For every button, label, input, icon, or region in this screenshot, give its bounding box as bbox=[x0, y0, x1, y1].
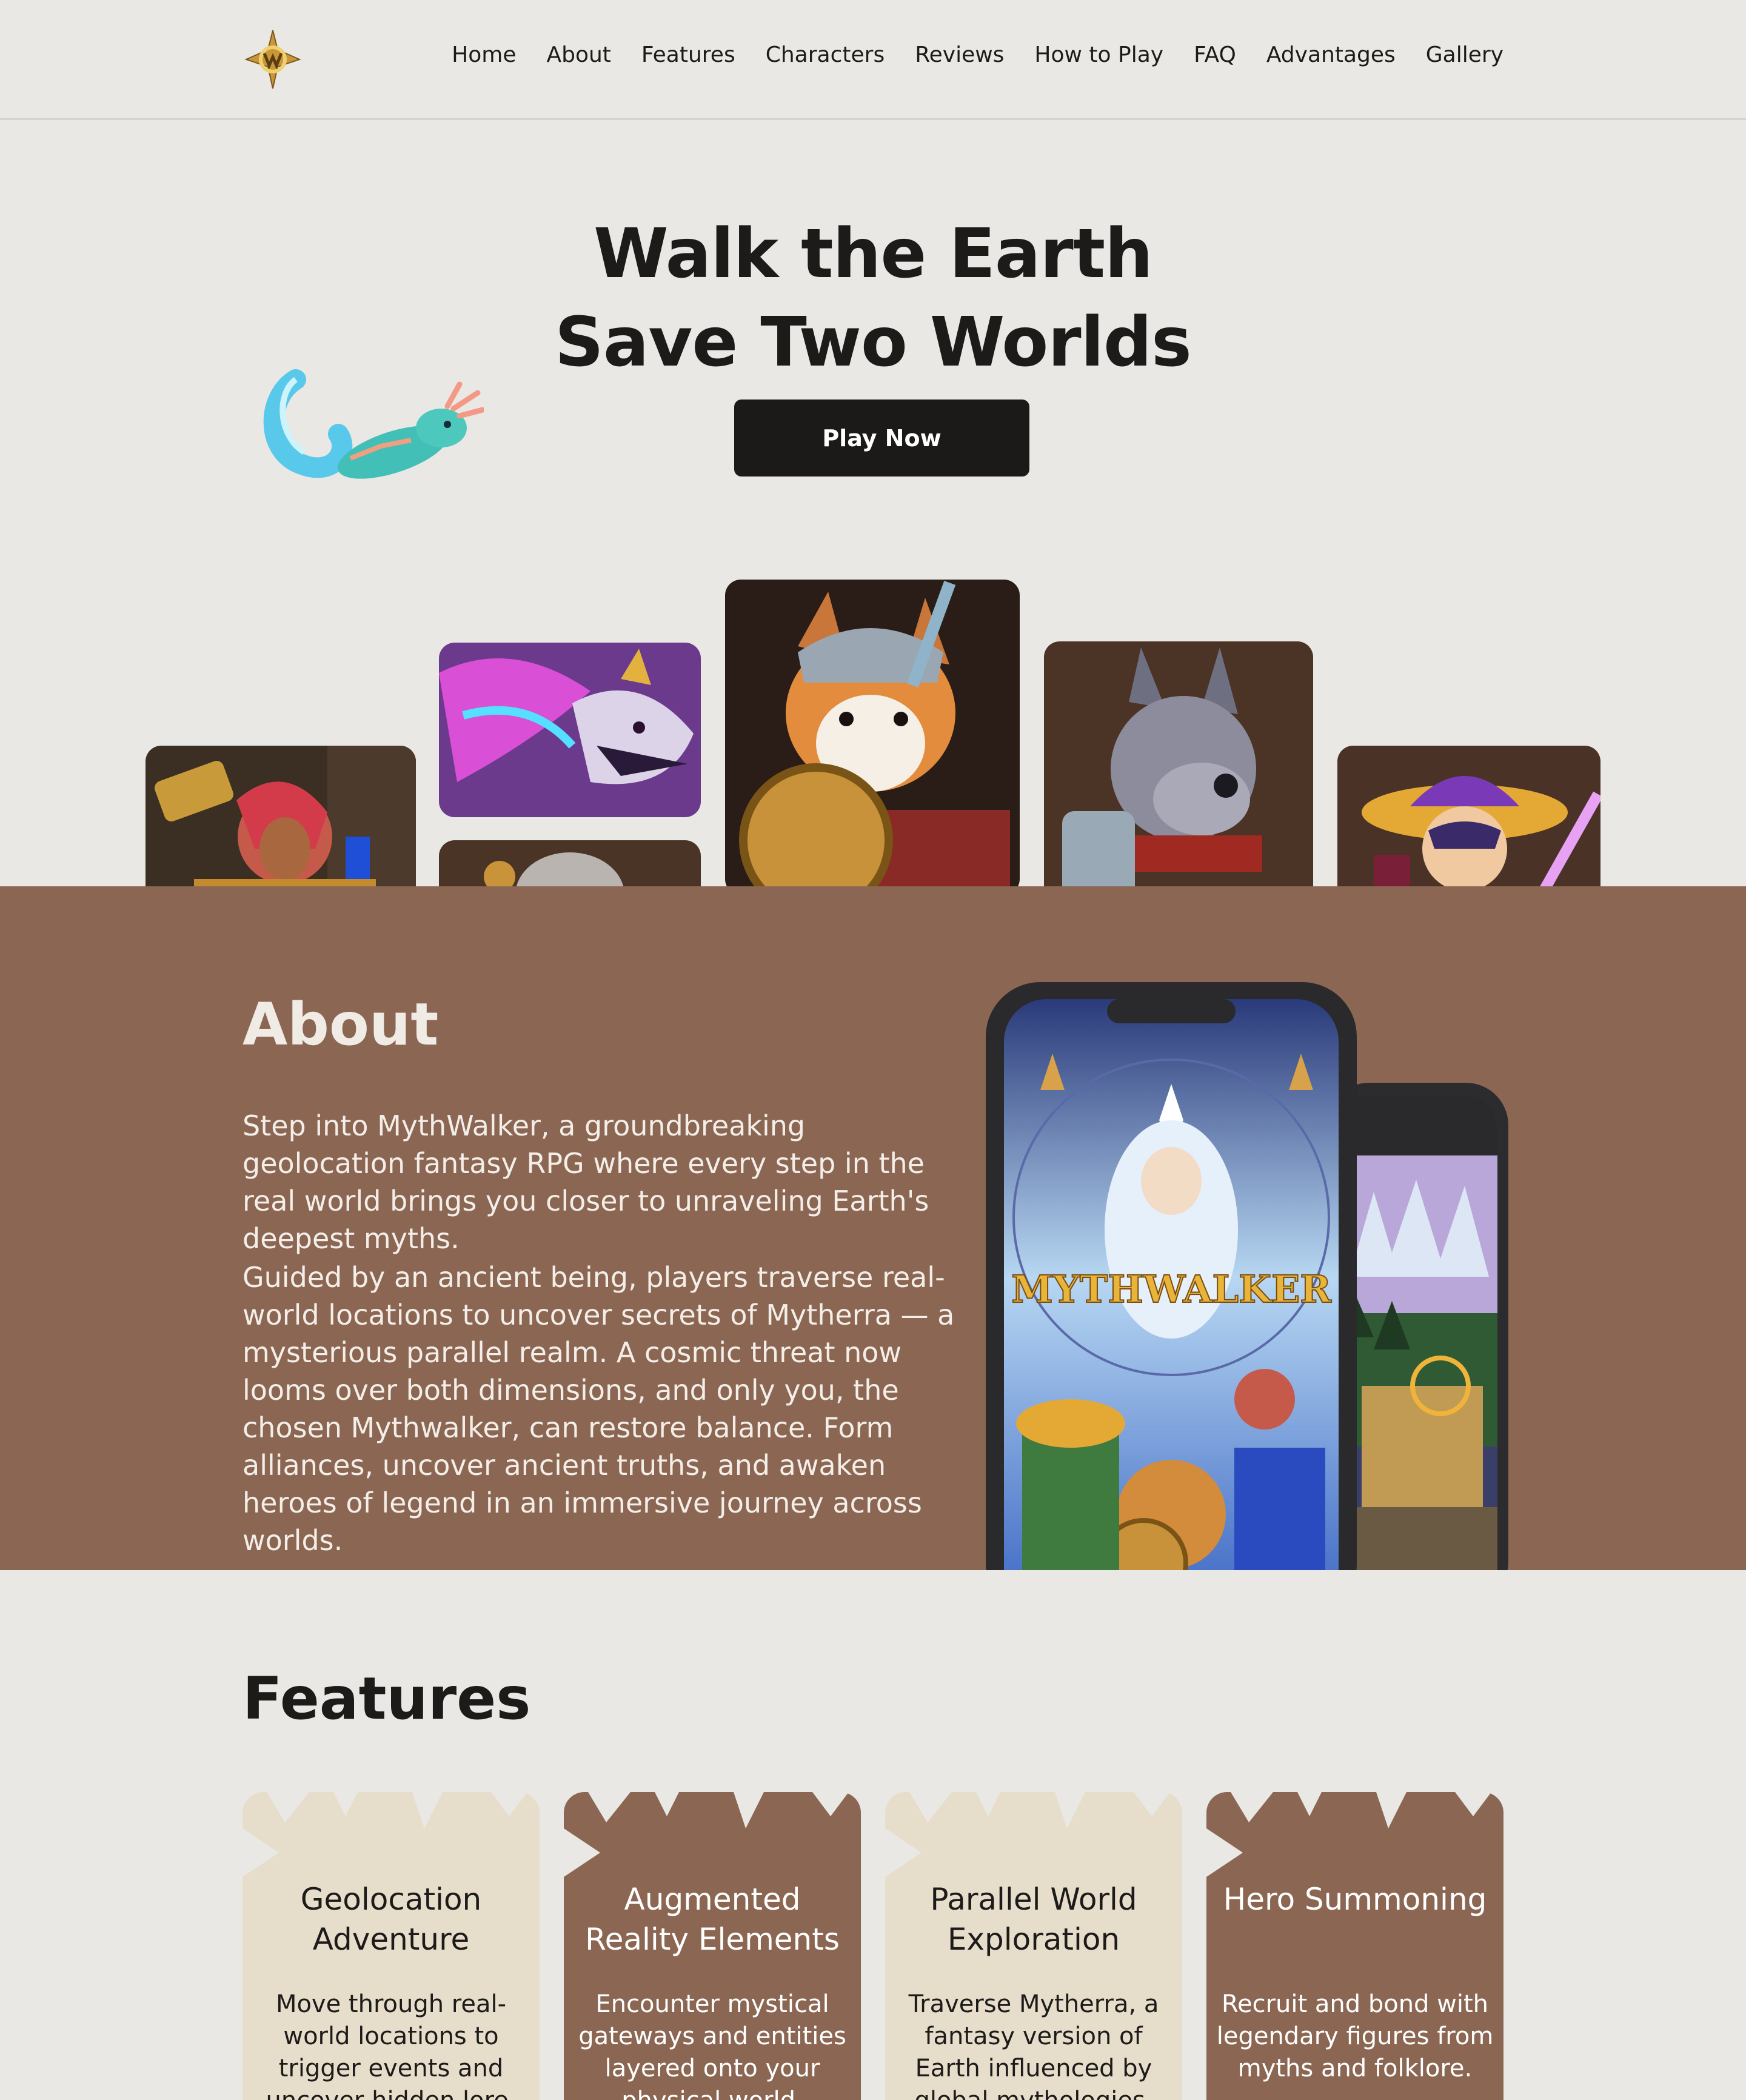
nav-faq[interactable]: FAQ bbox=[1194, 42, 1236, 67]
character-card-warrior-woman[interactable] bbox=[146, 746, 416, 903]
feature-card-hero-summoning: Hero Summoning Recruit and bond with leg… bbox=[1206, 1792, 1504, 2100]
character-card-dragon[interactable] bbox=[439, 643, 701, 817]
features-title: Features bbox=[242, 1665, 531, 1733]
nav-how-to-play[interactable]: How to Play bbox=[1034, 42, 1163, 67]
feature-description: Traverse Mytherra, a fantasy version of … bbox=[908, 1990, 1159, 2100]
torn-edge-decoration bbox=[242, 1792, 527, 1877]
mythwalker-logo-icon[interactable] bbox=[241, 28, 304, 91]
feature-description: Encounter mystical gateways and entities… bbox=[578, 1990, 846, 2100]
nav-home[interactable]: Home bbox=[452, 42, 516, 67]
feature-title: Geolocation Adventure bbox=[300, 1882, 482, 1957]
torn-edge-decoration bbox=[1206, 1792, 1491, 1877]
nav-gallery[interactable]: Gallery bbox=[1426, 42, 1504, 67]
feature-title: Hero Summoning bbox=[1223, 1882, 1487, 1917]
feature-card-parallel-world: Parallel World Exploration Traverse Myth… bbox=[885, 1792, 1182, 2100]
phone-front-screen: MYTHWALKER bbox=[1004, 999, 1339, 1570]
nav-characters[interactable]: Characters bbox=[766, 42, 885, 67]
hero-title-line1: Walk the Earth bbox=[594, 215, 1153, 293]
character-card-corgi-knight[interactable] bbox=[725, 580, 1020, 895]
top-navbar: Home About Features Characters Reviews H… bbox=[0, 0, 1746, 120]
about-paragraph-2: Guided by an ancient being, players trav… bbox=[242, 1261, 955, 1557]
play-now-button[interactable]: Play Now bbox=[734, 400, 1029, 477]
phone-mockup-front: MYTHWALKER bbox=[986, 982, 1357, 1570]
hero-title: Walk the Earth Save Two Worlds bbox=[0, 210, 1746, 387]
feature-card-augmented-reality: Augmented Reality Elements Encounter mys… bbox=[564, 1792, 861, 2100]
feature-title: Augmented Reality Elements bbox=[585, 1882, 840, 1957]
about-section: About Step into MythWalker, a groundbrea… bbox=[0, 886, 1746, 1570]
torn-edge-decoration bbox=[564, 1792, 849, 1877]
torn-edge-decoration bbox=[885, 1792, 1170, 1877]
nav-about[interactable]: About bbox=[546, 42, 610, 67]
character-card-mage-boy[interactable] bbox=[1337, 746, 1600, 903]
feature-card-geolocation: Geolocation Adventure Move through real-… bbox=[242, 1792, 540, 2100]
feature-description: Recruit and bond with legendary figures … bbox=[1216, 1990, 1494, 2082]
nav-reviews[interactable]: Reviews bbox=[915, 42, 1004, 67]
about-paragraph-1: Step into MythWalker, a groundbreaking g… bbox=[242, 1109, 929, 1255]
nav-links: Home About Features Characters Reviews H… bbox=[452, 42, 1504, 67]
nav-features[interactable]: Features bbox=[641, 42, 735, 67]
axolotl-creature-image bbox=[259, 361, 486, 496]
hero-title-line2: Save Two Worlds bbox=[555, 303, 1192, 382]
feature-description: Move through real-world locations to tri… bbox=[266, 1990, 516, 2100]
about-title: About bbox=[242, 991, 439, 1058]
nav-advantages[interactable]: Advantages bbox=[1266, 42, 1396, 67]
feature-title: Parallel World Exploration bbox=[930, 1882, 1137, 1957]
phone-back-screen bbox=[1337, 1095, 1497, 1570]
character-card-scottie-dog[interactable] bbox=[1044, 641, 1313, 902]
phone-logo-text: MYTHWALKER bbox=[1011, 1267, 1331, 1311]
